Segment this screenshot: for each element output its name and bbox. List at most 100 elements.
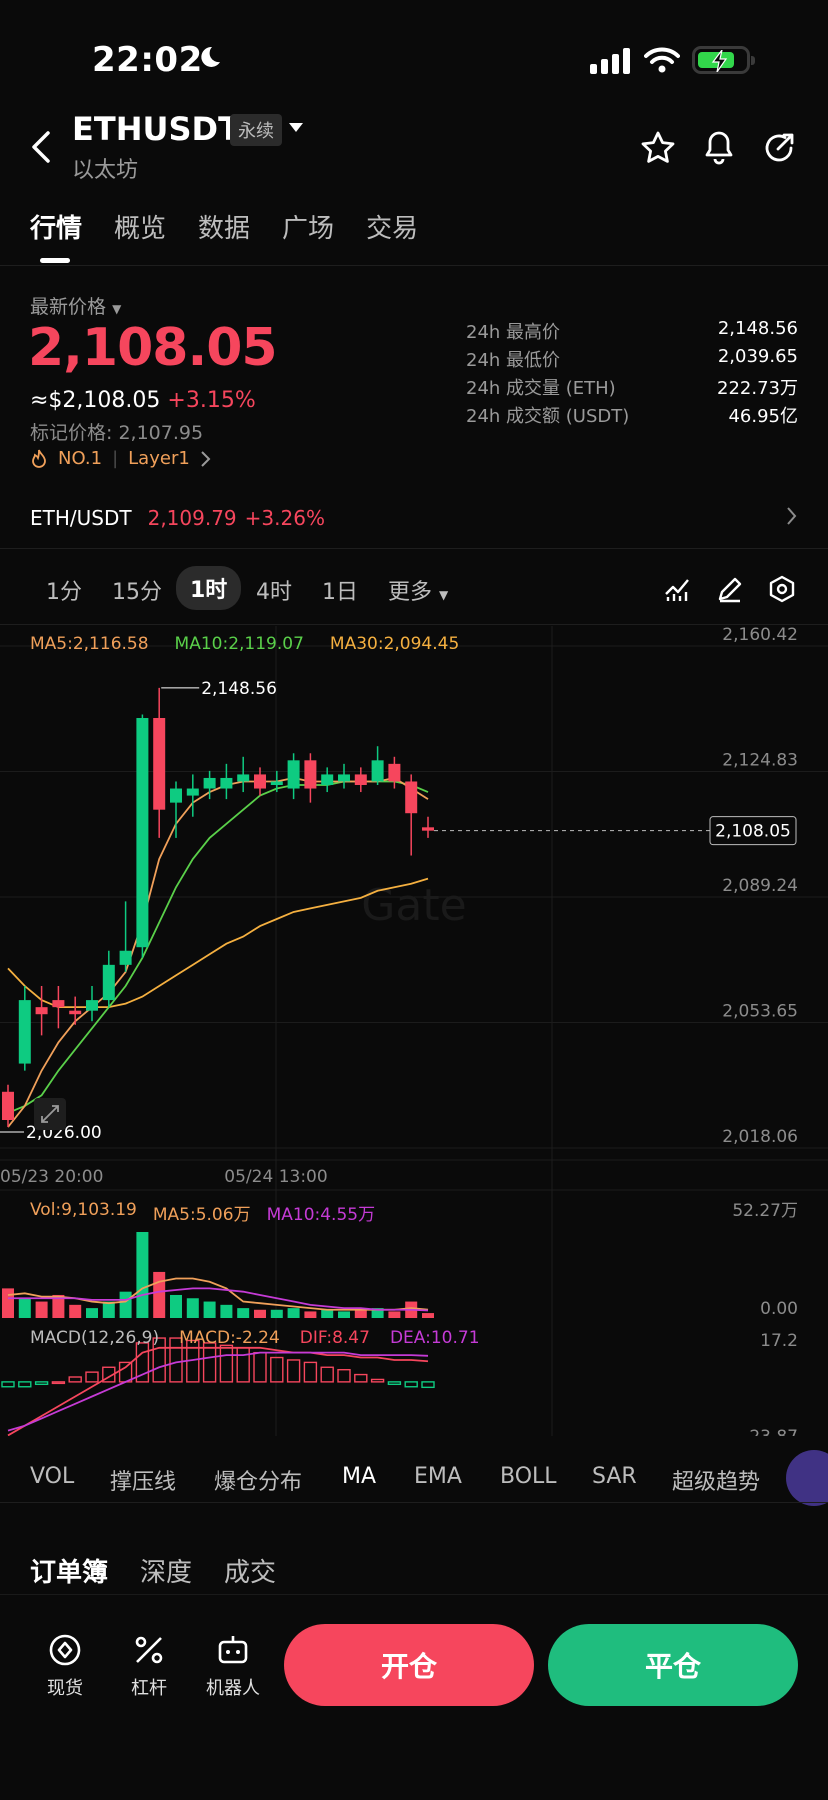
spot-icon <box>49 1634 81 1666</box>
tab-trade[interactable]: 交易 <box>366 208 418 268</box>
ma10-value: MA10:2,119.07 <box>174 634 304 654</box>
main-tabs: 行情 概览 数据 广场 交易 <box>30 208 418 268</box>
macd-legend: MACD(12,26,9) MACD:-2.24 DIF:8.47 DEA:10… <box>30 1328 480 1348</box>
interval-more[interactable]: 更多 ▼ <box>388 574 448 606</box>
tab-trades[interactable]: 成交 <box>224 1552 276 1589</box>
symbol-title[interactable]: ETHUSDT <box>72 110 240 148</box>
perpetual-badge: 永续 <box>230 114 282 146</box>
price-change: +3.15% <box>167 388 256 413</box>
volume-bar <box>136 1232 149 1318</box>
volume-bar <box>186 1298 199 1318</box>
indicator-icon[interactable] <box>664 576 690 602</box>
stat-row: 24h 成交量 (ETH) 222.73万 <box>466 378 798 399</box>
ind-tab-supertrend[interactable]: 超级趋势 <box>672 1464 760 1496</box>
macd-params: MACD(12,26,9) <box>30 1328 160 1348</box>
back-icon[interactable] <box>30 130 52 164</box>
price-tick-label: 2,053.65 <box>722 1002 798 1022</box>
interval-4h[interactable]: 4时 <box>256 574 292 606</box>
ind-tab-liquidation[interactable]: 爆仓分布 <box>214 1464 302 1496</box>
macd-bar <box>320 1366 334 1383</box>
macd-bar <box>303 1361 318 1383</box>
category-tag: Layer1 <box>128 448 190 469</box>
volume-bar <box>388 1311 401 1318</box>
vol-ma5-value: MA5:5.06万 <box>152 1205 251 1225</box>
volume-bar <box>18 1298 31 1318</box>
tab-square[interactable]: 广场 <box>282 208 334 268</box>
spot-pair-change: +3.26% <box>244 506 325 530</box>
dea-value: DEA:10.71 <box>389 1328 480 1348</box>
spot-pair-price: 2,109.79 <box>147 506 237 530</box>
bell-icon[interactable] <box>702 130 736 166</box>
high-label: 2,148.56 <box>201 679 277 699</box>
candle-body <box>422 827 434 831</box>
ind-tab-boll[interactable]: BOLL <box>500 1464 557 1489</box>
candle-body <box>388 763 401 782</box>
volume-bar <box>69 1304 82 1318</box>
macd-bar <box>421 1381 435 1389</box>
interval-15m[interactable]: 15分 <box>112 574 162 606</box>
price-chart[interactable]: 2,160.42 2,124.83 2,089.24 2,053.65 2,018.06… <box>0 626 828 1436</box>
draw-icon[interactable] <box>716 575 744 603</box>
macd-bar <box>202 1342 217 1383</box>
stat-row: 24h 成交额 (USDT) 46.95亿 <box>466 406 798 427</box>
spot-pair-row[interactable]: ETH/USDT 2,109.79 +3.26% <box>30 506 798 530</box>
open-position-button[interactable]: 开仓 <box>284 1624 534 1706</box>
candle-body <box>136 718 149 948</box>
ind-tab-sar[interactable]: SAR <box>592 1464 637 1489</box>
macd-bar <box>236 1347 250 1383</box>
gate-watermark: Gate <box>361 880 466 931</box>
share-icon[interactable] <box>762 131 796 165</box>
vol-tick-label: 0.00 <box>760 1299 798 1319</box>
volume-bar <box>86 1308 98 1318</box>
candle-body <box>371 760 384 782</box>
ind-tab-ema[interactable]: EMA <box>414 1464 462 1489</box>
candle-body <box>18 1000 31 1064</box>
volume-bar <box>170 1294 182 1318</box>
macd-bar <box>253 1351 267 1383</box>
flame-icon <box>32 449 46 468</box>
tab-underline <box>40 258 70 263</box>
candle-body <box>304 760 317 789</box>
close-position-button[interactable]: 平仓 <box>548 1624 798 1706</box>
macd-bar <box>387 1381 402 1386</box>
macd-bar <box>18 1381 32 1388</box>
vol-tick-label: 52.27万 <box>732 1201 798 1221</box>
macd-bar <box>34 1381 49 1386</box>
spot-button[interactable]: 现货 <box>30 1632 100 1700</box>
macd-bar <box>370 1378 385 1383</box>
macd-bar <box>1 1381 15 1388</box>
settings-icon[interactable] <box>768 575 796 603</box>
tab-data[interactable]: 数据 <box>198 208 250 268</box>
star-icon[interactable] <box>641 131 675 165</box>
caret-down-icon[interactable] <box>288 122 304 134</box>
interval-1h[interactable]: 1时 <box>176 566 242 610</box>
tab-overview[interactable]: 概览 <box>114 208 166 268</box>
ind-tab-support[interactable]: 撑压线 <box>110 1464 176 1496</box>
interval-1d[interactable]: 1日 <box>322 574 358 606</box>
interval-bar: 1分 15分 1时 4时 1日 更多 ▼ <box>30 566 810 610</box>
time-tick-label: 05/24 13:00 <box>224 1167 327 1187</box>
price-label[interactable]: 最新价格 ▼ <box>30 292 121 319</box>
candle-body <box>254 774 266 789</box>
candle-body <box>354 774 367 786</box>
stat-row: 24h 最高价 2,148.56 <box>466 318 798 343</box>
price-tick-label: 2,124.83 <box>722 751 798 771</box>
tag-line[interactable]: NO.1 | Layer1 <box>30 448 212 469</box>
ind-tab-vol[interactable]: VOL <box>30 1464 74 1489</box>
rank-tag: NO.1 <box>58 448 103 469</box>
vol-value: Vol:9,103.19 <box>30 1200 137 1220</box>
volume-bar <box>254 1309 266 1318</box>
candle-body <box>405 781 418 814</box>
interval-1m[interactable]: 1分 <box>46 574 82 606</box>
candle-body <box>287 760 300 789</box>
candle-body <box>2 1091 14 1121</box>
tab-depth[interactable]: 深度 <box>140 1552 192 1589</box>
tab-orderbook[interactable]: 订单簿 <box>30 1552 108 1589</box>
spot-pair-name: ETH/USDT <box>30 506 132 530</box>
robot-button[interactable]: 机器人 <box>198 1632 268 1700</box>
chevron-right-icon <box>787 507 797 525</box>
divider <box>0 1502 828 1503</box>
leverage-button[interactable]: 杠杆 <box>114 1632 184 1700</box>
divider <box>0 265 828 266</box>
ind-tab-ma[interactable]: MA <box>342 1464 376 1489</box>
